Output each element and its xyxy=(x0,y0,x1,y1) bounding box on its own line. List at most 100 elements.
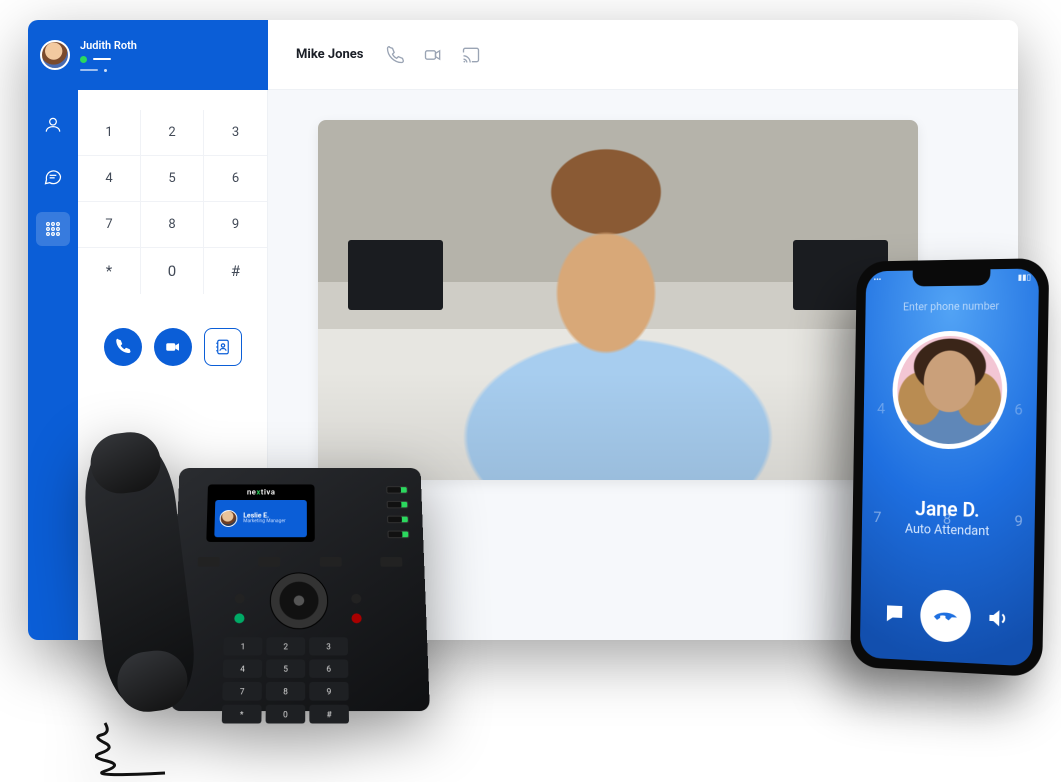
desk-phone-dpad xyxy=(270,572,329,629)
mobile-chat-button[interactable] xyxy=(883,601,906,626)
header-cast-button[interactable] xyxy=(461,45,481,65)
mkey-8: 8 xyxy=(943,510,951,528)
kp-4: 4 xyxy=(223,659,262,677)
kp-5: 5 xyxy=(266,659,305,677)
end-btn xyxy=(351,613,361,623)
video-call-button[interactable] xyxy=(154,328,192,366)
status-row[interactable] xyxy=(80,56,137,63)
hangup-icon xyxy=(933,602,959,629)
mobile-avatar-ring xyxy=(892,331,1009,450)
secondary-status-row xyxy=(80,69,137,72)
mobile-status-bar: •••▮▮▯ xyxy=(874,273,1032,284)
chat-icon xyxy=(883,601,906,626)
dial-key-5[interactable]: 5 xyxy=(141,156,204,202)
status-indicator xyxy=(80,56,87,63)
nav-chat[interactable] xyxy=(36,160,70,194)
dial-key-hash[interactable]: # xyxy=(204,248,267,294)
softkey-3 xyxy=(319,557,341,567)
header-video-button[interactable] xyxy=(423,45,443,65)
answer-btn xyxy=(234,613,244,623)
dial-actions xyxy=(78,328,267,366)
desk-phone-cord xyxy=(95,718,225,778)
grid-icon xyxy=(43,219,63,239)
speaker-icon xyxy=(986,606,1010,631)
softkey-1 xyxy=(198,557,220,567)
mobile-hangup-button[interactable] xyxy=(920,589,971,643)
user-bar: Judith Roth xyxy=(28,20,268,90)
mobile-keys-mid: 4 6 xyxy=(864,399,1037,418)
fn-btn-1 xyxy=(235,594,245,604)
dial-key-star[interactable]: * xyxy=(78,248,141,294)
contact-name: Mike Jones xyxy=(296,47,363,62)
content-header: Mike Jones xyxy=(268,20,1018,90)
header-actions xyxy=(385,45,481,65)
mkey-4: 4 xyxy=(877,400,885,418)
fn-btn-2 xyxy=(351,594,361,604)
person-icon xyxy=(43,115,63,135)
sidebar-nav xyxy=(28,90,78,640)
dial-key-4[interactable]: 4 xyxy=(78,156,141,202)
status-dot-2 xyxy=(104,69,107,72)
desk-phone-avatar xyxy=(219,510,237,527)
nav-dialpad[interactable] xyxy=(36,212,70,246)
call-button[interactable] xyxy=(104,328,142,366)
desk-phone-leds xyxy=(386,486,409,538)
dial-key-7[interactable]: 7 xyxy=(78,202,141,248)
softkey-2 xyxy=(259,557,281,567)
desk-phone: nextiva Leslie E. Marketing Manager xyxy=(90,430,450,730)
dial-key-0[interactable]: 0 xyxy=(141,248,204,294)
mobile-call-controls xyxy=(860,587,1033,647)
desk-phone-keypad: 1 2 3 4 5 6 7 8 9 * 0 # xyxy=(222,637,349,723)
kp-6: 6 xyxy=(309,659,348,677)
kp-1: 1 xyxy=(223,637,262,655)
dial-key-6[interactable]: 6 xyxy=(204,156,267,202)
mkey-6: 6 xyxy=(1014,400,1023,418)
mobile-screen: •••▮▮▯ Enter phone number 4 6 7 8 9 Jane… xyxy=(860,268,1039,666)
desk-phone-brand: nextiva xyxy=(247,488,276,496)
address-book-icon xyxy=(214,338,232,356)
contacts-button[interactable] xyxy=(204,328,242,366)
kp-2: 2 xyxy=(266,637,305,655)
softkey-4 xyxy=(380,557,402,567)
kp-0: 0 xyxy=(266,705,306,724)
mkey-9: 9 xyxy=(1014,512,1023,530)
cast-icon xyxy=(461,45,481,65)
user-info: Judith Roth xyxy=(80,39,137,72)
desk-phone-softkeys xyxy=(198,557,403,567)
led-3 xyxy=(387,516,409,523)
mobile-input-hint: Enter phone number xyxy=(903,299,999,313)
header-call-button[interactable] xyxy=(385,45,405,65)
kp-8: 8 xyxy=(266,682,305,701)
mkey-7: 7 xyxy=(873,508,881,526)
kp-9: 9 xyxy=(309,682,348,701)
mobile-keys-low: 7 8 9 xyxy=(862,508,1035,531)
chat-icon xyxy=(43,167,63,187)
mobile-speaker-button[interactable] xyxy=(986,606,1010,631)
current-user-avatar[interactable] xyxy=(40,40,70,70)
dial-key-8[interactable]: 8 xyxy=(141,202,204,248)
nav-contacts[interactable] xyxy=(36,108,70,142)
phone-icon xyxy=(114,338,132,356)
kp-3: 3 xyxy=(309,637,348,655)
dial-key-9[interactable]: 9 xyxy=(204,202,267,248)
status-line-2 xyxy=(80,69,98,71)
mobile-phone: •••▮▮▯ Enter phone number 4 6 7 8 9 Jane… xyxy=(850,258,1049,677)
video-frame[interactable] xyxy=(318,120,918,480)
desk-phone-screen: nextiva Leslie E. Marketing Manager xyxy=(206,484,315,541)
video-icon xyxy=(164,338,182,356)
kp-7: 7 xyxy=(222,682,262,701)
dial-grid: 1 2 3 4 5 6 7 8 9 * 0 # xyxy=(78,110,267,294)
led-4 xyxy=(387,531,409,539)
phone-icon xyxy=(385,45,405,65)
led-1 xyxy=(386,486,408,493)
video-feed xyxy=(318,120,918,480)
kp-star: * xyxy=(222,705,262,724)
desk-phone-caller-role: Marketing Manager xyxy=(243,519,285,524)
dial-key-3[interactable]: 3 xyxy=(204,110,267,156)
dial-key-1[interactable]: 1 xyxy=(78,110,141,156)
led-2 xyxy=(387,501,409,508)
status-line xyxy=(93,58,111,60)
desk-phone-base: nextiva Leslie E. Marketing Manager xyxy=(170,468,430,711)
dial-key-2[interactable]: 2 xyxy=(141,110,204,156)
video-icon xyxy=(423,45,443,65)
